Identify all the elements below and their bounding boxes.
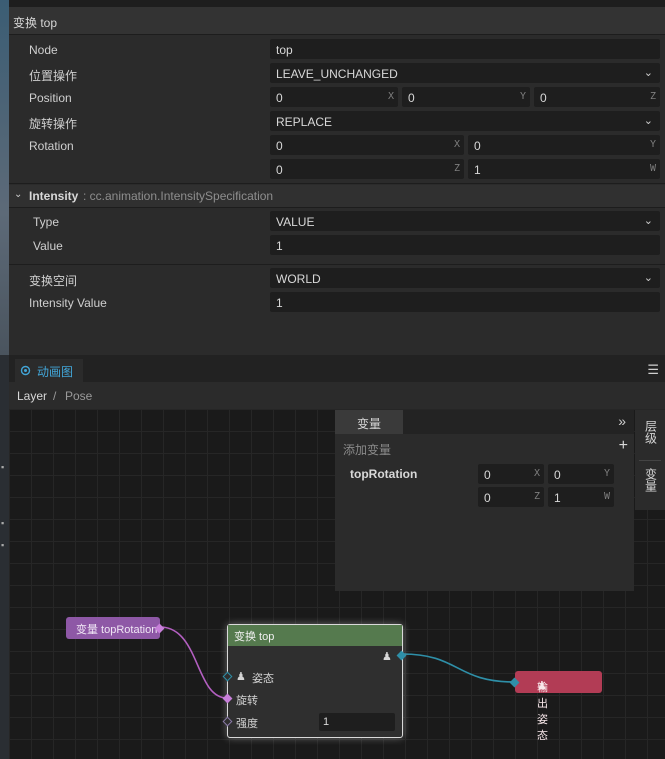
tab-variables-label: 变量 [357, 417, 382, 431]
add-variable-label: 添加变量 [343, 443, 392, 457]
axis-z-label: Z [533, 491, 540, 502]
variable-z-input[interactable]: 0 Z [478, 487, 544, 507]
intensity-node-value: 1 [323, 716, 330, 728]
side-tab-variables[interactable]: 变量 [635, 468, 665, 496]
intensity-node-input[interactable]: 1 [319, 713, 395, 731]
variable-y-input[interactable]: 0 Y [548, 464, 614, 484]
side-tabs: 层级 变量 [635, 410, 665, 510]
variable-name[interactable]: topRotation [350, 467, 417, 481]
variable-w-value: 1 [554, 491, 561, 505]
var-rotation-wire [159, 626, 228, 699]
side-tab-layers-label: 层级 [643, 420, 658, 444]
output-pose-text: 输出姿态 [537, 682, 548, 742]
divider [639, 460, 661, 461]
variable-x-value: 0 [484, 468, 491, 482]
variable-y-value: 0 [554, 468, 561, 482]
person-icon: ♟ [236, 671, 246, 683]
rotation-input-label: 旋转 [236, 695, 258, 707]
variable-node[interactable]: 变量 topRotation [66, 617, 165, 639]
variable-node-label: 变量 topRotation [76, 624, 158, 636]
transform-node[interactable]: 变换 top ♟ ♟ 姿态 旋转 强度 1 [222, 624, 407, 738]
side-tab-variables-label: 变量 [643, 468, 658, 492]
pose-output-wire [401, 653, 516, 683]
output-pose-node[interactable]: ♟ 输出姿态 [509, 671, 602, 742]
side-tab-layers[interactable]: 层级 [635, 420, 665, 448]
transform-node-header[interactable]: 变换 top [228, 625, 402, 646]
variables-panel: 变量 » 添加变量 + topRotation 0 X 0 Y 0 Z 1 W [335, 410, 634, 591]
variable-z-value: 0 [484, 491, 491, 505]
intensity-input-label: 强度 [236, 718, 258, 730]
person-icon: ♟ [382, 651, 392, 663]
axis-x-label: X [533, 468, 540, 479]
collapse-panel-icon[interactable]: » [618, 413, 626, 429]
variable-x-input[interactable]: 0 X [478, 464, 544, 484]
variable-w-input[interactable]: 1 W [548, 487, 614, 507]
tab-variables[interactable]: 变量 [335, 410, 403, 434]
pose-input-label: 姿态 [252, 673, 274, 685]
add-variable-icon[interactable]: + [619, 437, 628, 455]
transform-node-title: 变换 top [234, 631, 275, 643]
axis-w-label: W [603, 491, 610, 502]
axis-y-label: Y [603, 468, 610, 479]
